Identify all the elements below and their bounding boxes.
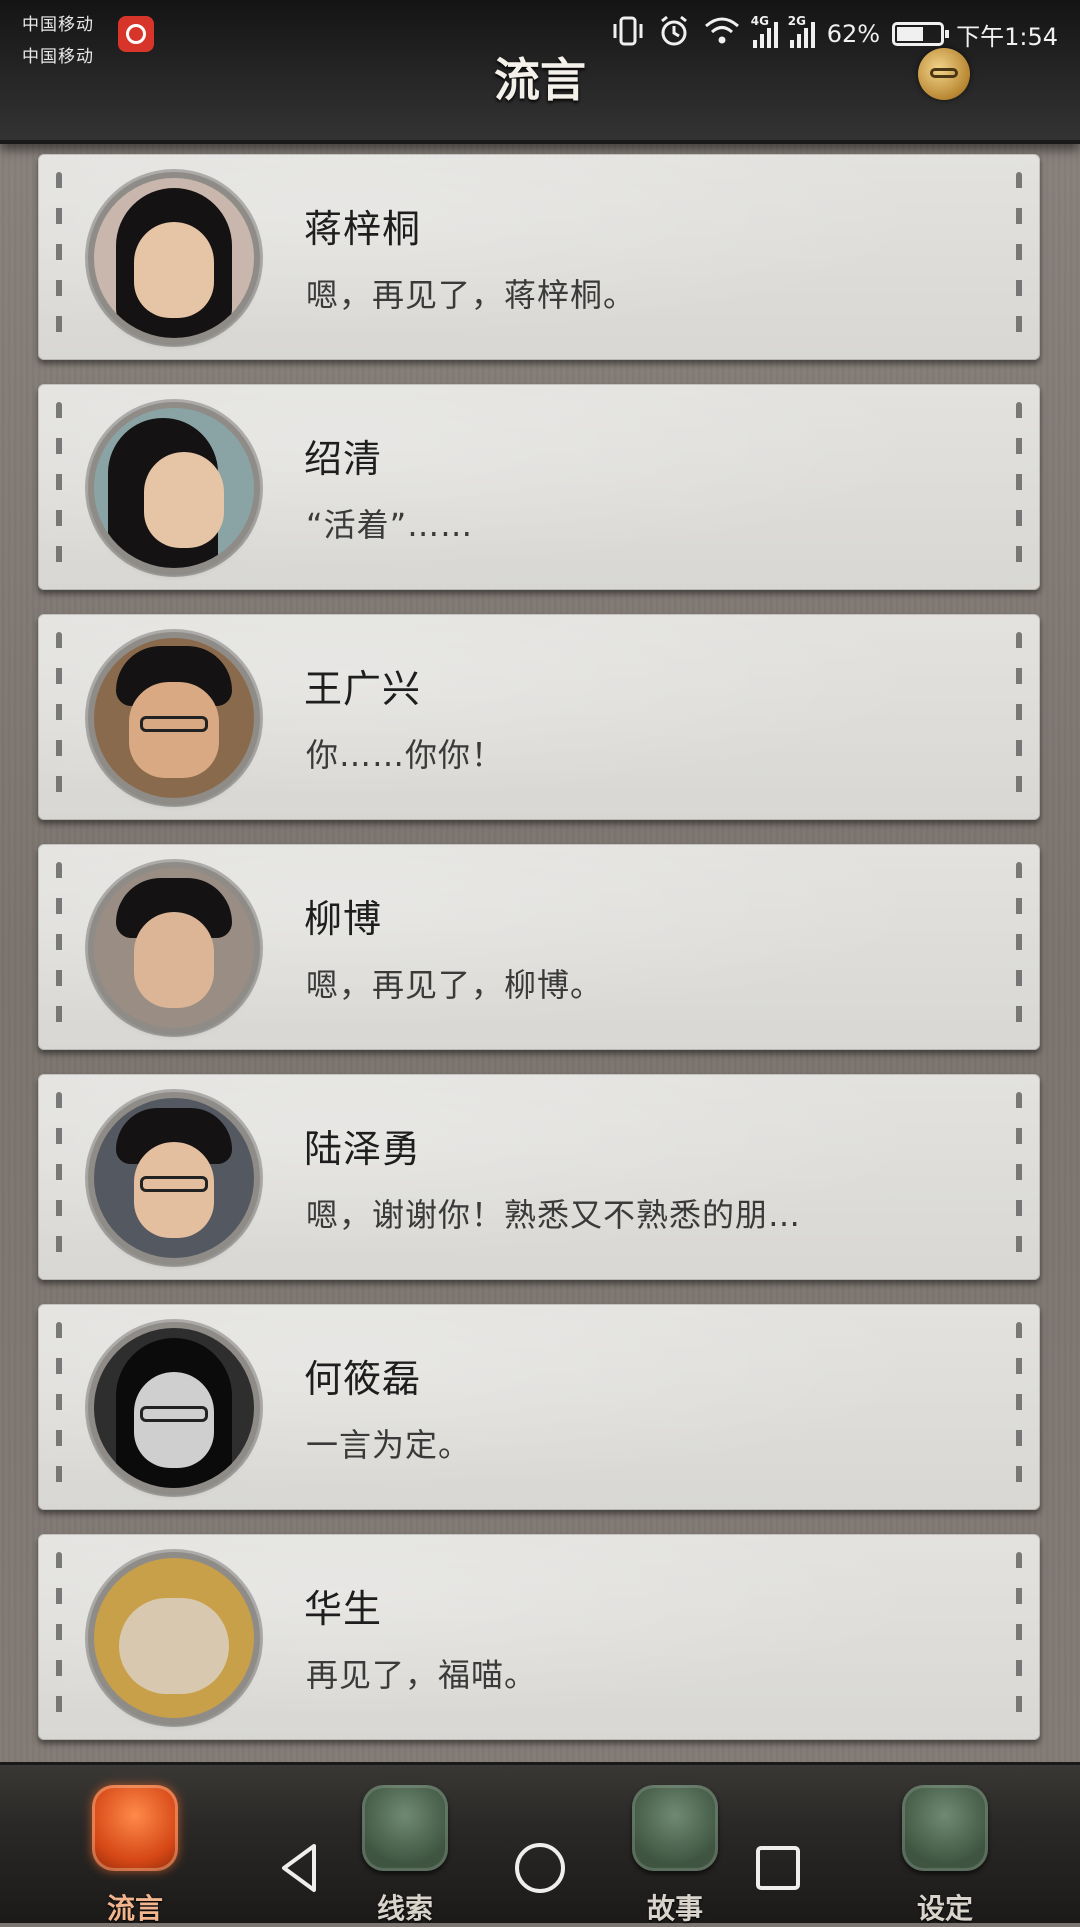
last-message: 再见了，福喵。 xyxy=(306,1656,538,1694)
tab-rumors[interactable]: 流言 xyxy=(80,1779,190,1925)
tab-label: 流言 xyxy=(106,1892,163,1925)
last-message: “活着”…… xyxy=(306,506,474,544)
card-stitch-right xyxy=(1016,1552,1022,1722)
list-item[interactable]: 陆泽勇 嗯，谢谢你！熟悉又不熟悉的朋… xyxy=(38,1074,1040,1280)
contact-name: 王广兴 xyxy=(304,667,422,711)
card-stitch-right xyxy=(1016,1322,1022,1492)
contact-name: 柳博 xyxy=(304,897,383,941)
contact-name: 蒋梓桐 xyxy=(304,207,422,251)
list-item[interactable]: 华生 再见了，福喵。 xyxy=(38,1534,1040,1740)
nav-home-button[interactable] xyxy=(510,1838,570,1898)
contact-name: 绍清 xyxy=(304,437,383,481)
tab-stories[interactable]: 故事 xyxy=(620,1779,730,1925)
chat-bubble-icon xyxy=(92,1785,178,1871)
list-item[interactable]: 蒋梓桐 嗯，再见了，蒋梓桐。 xyxy=(38,154,1040,360)
vibrate-icon xyxy=(611,14,645,54)
status-bar: 中国移动 中国移动 4G 2G 62% 下午1:54 xyxy=(0,0,1080,72)
wifi-icon xyxy=(703,16,741,52)
carrier-label-1: 中国移动 xyxy=(22,15,94,35)
card-stitch-right xyxy=(1016,862,1022,1032)
avatar xyxy=(94,1098,254,1258)
avatar xyxy=(94,178,254,338)
document-icon xyxy=(362,1785,448,1871)
last-message: 一言为定。 xyxy=(306,1426,472,1464)
avatar xyxy=(94,868,254,1028)
tab-label: 故事 xyxy=(646,1892,703,1925)
contact-name: 陆泽勇 xyxy=(304,1127,422,1171)
tab-label: 设定 xyxy=(916,1892,973,1925)
card-stitch-left xyxy=(56,172,62,342)
avatar xyxy=(94,1328,254,1488)
avatar xyxy=(94,408,254,568)
alarm-icon xyxy=(657,14,691,54)
card-stitch-left xyxy=(56,1092,62,1262)
book-icon xyxy=(632,1785,718,1871)
battery-percent: 62% xyxy=(826,20,881,48)
card-stitch-left xyxy=(56,1322,62,1492)
avatar xyxy=(94,1558,254,1718)
contact-name: 华生 xyxy=(304,1587,383,1631)
network-label-2: 2G xyxy=(787,14,806,28)
last-message: 嗯，谢谢你！熟悉又不熟悉的朋… xyxy=(306,1196,802,1234)
card-stitch-left xyxy=(56,402,62,572)
card-stitch-right xyxy=(1016,402,1022,572)
list-item[interactable]: 柳博 嗯，再见了，柳博。 xyxy=(38,844,1040,1050)
network-label-1: 4G xyxy=(750,14,769,28)
last-message: 你……你你！ xyxy=(306,736,505,774)
contact-name: 何筱磊 xyxy=(304,1357,422,1401)
tab-label: 线索 xyxy=(376,1892,433,1925)
notification-app-icon xyxy=(118,16,154,52)
avatar xyxy=(94,638,254,798)
card-stitch-left xyxy=(56,862,62,1032)
card-stitch-right xyxy=(1016,172,1022,342)
list-item[interactable]: 王广兴 你……你你！ xyxy=(38,614,1040,820)
card-stitch-right xyxy=(1016,1092,1022,1262)
last-message: 嗯，再见了，蒋梓桐。 xyxy=(306,276,637,314)
tab-settings[interactable]: 设定 xyxy=(890,1779,1000,1925)
gear-icon xyxy=(902,1785,988,1871)
clock: 下午1:54 xyxy=(956,22,1058,51)
battery-icon xyxy=(892,22,950,46)
carrier-label-2: 中国移动 xyxy=(22,47,94,67)
last-message: 嗯，再见了，柳博。 xyxy=(306,966,604,1004)
tab-clues[interactable]: 线索 xyxy=(350,1779,460,1925)
list-item[interactable]: 何筱磊 一言为定。 xyxy=(38,1304,1040,1510)
signal-2g-icon: 2G xyxy=(788,14,815,48)
signal-4g-icon: 4G xyxy=(751,14,778,48)
card-stitch-left xyxy=(56,1552,62,1722)
card-stitch-left xyxy=(56,632,62,802)
card-stitch-right xyxy=(1016,632,1022,802)
nav-recents-button[interactable] xyxy=(748,1838,808,1898)
nav-back-button[interactable] xyxy=(270,1838,330,1898)
list-item[interactable]: 绍清 “活着”…… xyxy=(38,384,1040,590)
